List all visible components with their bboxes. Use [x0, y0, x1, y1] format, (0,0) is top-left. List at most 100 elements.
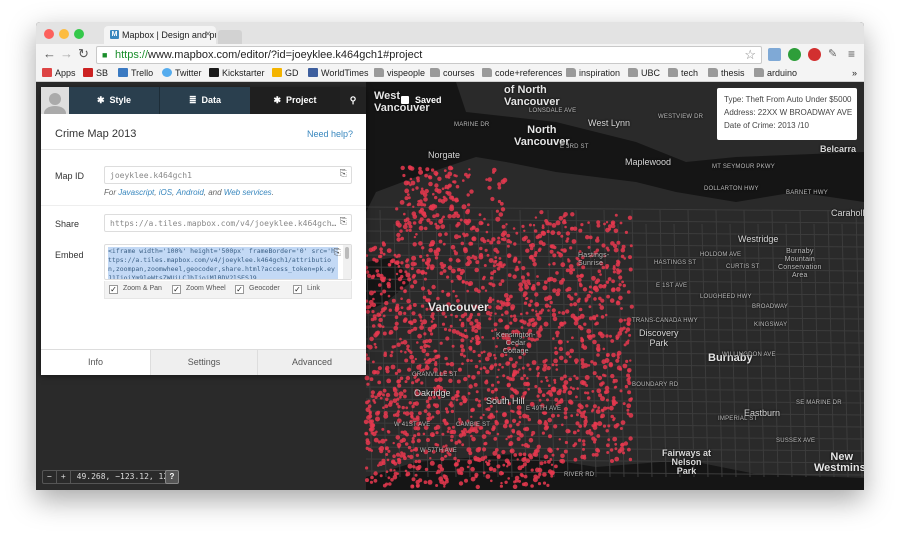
browser-tab[interactable]: M Mapbox | Design and publi × — [104, 26, 216, 44]
bookmark-worldtimes[interactable]: WorldTimes — [308, 68, 369, 78]
bookmark-twitter[interactable]: Twitter — [162, 68, 202, 78]
bookmark-ubc[interactable]: UBC — [628, 68, 660, 78]
reload-icon[interactable]: ↻ — [78, 47, 89, 61]
folder-icon — [566, 68, 576, 77]
bookmark-gd[interactable]: GD — [272, 68, 299, 78]
bookmark-inspiration[interactable]: inspiration — [566, 68, 620, 78]
bookmark-kickstarter[interactable]: Kickstarter — [209, 68, 265, 78]
browser-titlebar: M Mapbox | Design and publi × — [36, 22, 864, 44]
zoom-wheel-checkbox[interactable]: ✓ Zoom Wheel — [172, 285, 226, 294]
extension-screen-icon[interactable] — [768, 48, 781, 61]
bookmarks-overflow[interactable]: » — [852, 68, 857, 78]
street-label: RIVER RD — [564, 472, 595, 478]
label-discovery-park: Discovery Park — [639, 328, 679, 348]
street-label: WILLINGDON AVE — [722, 352, 776, 358]
map-canvas[interactable]: West Vancouver of North Vancouver North … — [36, 82, 864, 490]
embed-options: ✓ Zoom & Pan ✓ Zoom Wheel ✓ Geocoder ✓ Link — [104, 281, 352, 299]
new-tab-button[interactable] — [218, 30, 242, 44]
map-help-button[interactable]: ? — [165, 470, 179, 484]
close-window-button[interactable] — [44, 29, 54, 39]
menu-icon[interactable]: ≡ — [848, 47, 855, 61]
share-field[interactable]: https://a.tiles.mapbox.com/v4/joeyklee.k… — [104, 214, 352, 232]
folder-icon — [754, 68, 764, 77]
street-label: LONSDALE AVE — [529, 108, 577, 114]
tab-info[interactable]: Info — [41, 350, 150, 375]
label-kensington-cedar-cottage: Kensington- Cedar Cottage — [496, 332, 536, 355]
street-label: HASTINGS ST — [654, 260, 697, 266]
clipboard-icon[interactable]: ⎘ — [340, 169, 347, 179]
clipboard-icon[interactable]: ⎘ — [336, 217, 347, 227]
embed-code-field[interactable]: <iframe width='100%' height='500px' fram… — [104, 244, 352, 280]
bookmark-star-icon[interactable]: ☆ — [744, 47, 756, 63]
ios-link[interactable]: iOS — [159, 188, 172, 197]
label-south-hill: South Hill — [486, 396, 525, 406]
tab-style[interactable]: ✱ Style — [69, 87, 159, 114]
label-belcarra: Belcarra — [820, 144, 857, 154]
lock-icon: ■ — [102, 50, 108, 60]
help-link[interactable]: Need help? — [307, 129, 353, 139]
zoom-control: − +49.268, −123.12, 12 — [42, 470, 176, 484]
bookmark-arduino[interactable]: arduino — [754, 68, 797, 78]
link-checkbox[interactable]: ✓ Link — [293, 285, 320, 294]
embed-scrollbar[interactable] — [343, 245, 351, 279]
back-arrow-icon[interactable]: ← — [43, 47, 56, 61]
bookmark-vispeople[interactable]: vispeople — [374, 68, 425, 78]
forward-arrow-icon[interactable]: → — [60, 47, 73, 61]
maximize-window-button[interactable] — [74, 29, 84, 39]
label-west-lynn: West Lynn — [588, 118, 631, 128]
map-id-label: Map ID — [55, 171, 85, 181]
project-title[interactable]: Crime Map 2013 — [55, 128, 136, 140]
geocoder-checkbox[interactable]: ✓ Geocoder — [235, 285, 280, 294]
android-link[interactable]: Android — [176, 188, 204, 197]
browser-window: M Mapbox | Design and publi × ← → ↻ ■ ht… — [36, 22, 864, 490]
address-bar[interactable]: ■ https://www.mapbox.com/editor/?id=joey… — [96, 46, 762, 64]
javascript-link[interactable]: Javascript — [118, 188, 154, 197]
bookmark-tech[interactable]: tech — [668, 68, 698, 78]
worldtimes-icon — [308, 68, 318, 77]
search-button[interactable]: ⚲ — [340, 87, 366, 114]
label-new-westminster: New Westminst — [814, 451, 864, 474]
zoom-out-button[interactable]: − — [43, 471, 57, 483]
street-label: SE MARINE DR — [796, 400, 842, 406]
bookmark-thesis[interactable]: thesis — [708, 68, 745, 78]
folder-icon — [628, 68, 638, 77]
street-label: E 49TH AVE — [526, 406, 562, 412]
avatar[interactable] — [41, 87, 69, 114]
street-label: E 1ST AVE — [656, 283, 688, 289]
bookmark-courses[interactable]: courses — [430, 68, 475, 78]
bookmark-trello[interactable]: Trello — [118, 68, 153, 78]
bookmark-sb[interactable]: SB — [83, 68, 108, 78]
street-label: TRANS-CANADA HWY — [632, 318, 698, 324]
street-label: MT SEYMOUR PKWY — [712, 164, 775, 170]
tab-data[interactable]: ≣ Data — [159, 87, 250, 114]
web-services-link[interactable]: Web services — [224, 188, 272, 197]
street-label: SUSSEX AVE — [776, 438, 816, 444]
street-label: MARINE DR — [454, 122, 490, 128]
street-label: W 41ST AVE — [394, 422, 431, 428]
street-label: E 3RD ST — [560, 144, 589, 150]
bookmark-code-references[interactable]: code+references — [482, 68, 562, 78]
tooltip-address: Address: 22XX W BROADWAY AVE — [724, 108, 853, 117]
tab-advanced[interactable]: Advanced — [257, 350, 366, 375]
zoom-pan-checkbox[interactable]: ✓ Zoom & Pan — [109, 285, 162, 294]
street-label: WESTVIEW DR — [658, 114, 704, 120]
save-disk-icon — [401, 96, 409, 104]
google-drive-icon — [272, 68, 282, 77]
extension-green-icon[interactable] — [788, 48, 801, 61]
bookmark-apps[interactable]: Apps — [42, 68, 76, 78]
extension-red-icon[interactable] — [808, 48, 821, 61]
divider — [41, 149, 366, 150]
minimize-window-button[interactable] — [59, 29, 69, 39]
street-label: BROADWAY — [752, 304, 788, 310]
label-burnaby-mountain: Burnaby Mountain Conservation Area — [778, 248, 822, 279]
map-id-field[interactable]: joeyklee.k464gch1 ⎘ — [104, 166, 352, 184]
street-label: IMPERIAL ST — [718, 416, 758, 422]
tab-settings[interactable]: Settings — [150, 350, 257, 375]
label-westridge: Westridge — [738, 234, 779, 244]
zoom-in-button[interactable]: + — [57, 471, 71, 483]
clipboard-icon[interactable]: ⎘ — [334, 247, 341, 258]
tab-close-icon[interactable]: × — [205, 29, 211, 40]
tab-project[interactable]: ✱ Project — [250, 87, 340, 114]
label-norgate: Norgate — [428, 150, 461, 160]
eyedropper-icon[interactable]: ✎ — [828, 47, 837, 61]
